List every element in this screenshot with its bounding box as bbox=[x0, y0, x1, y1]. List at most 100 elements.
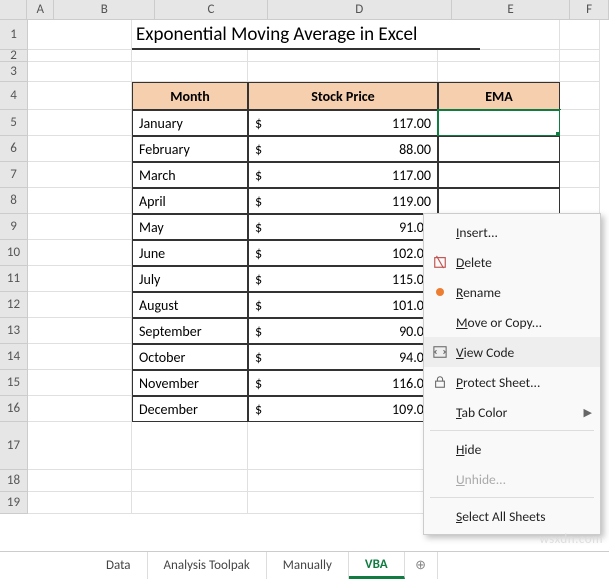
cell-A5[interactable] bbox=[28, 110, 132, 136]
row-header-18[interactable]: 18 bbox=[0, 470, 28, 492]
sheet-tab-analysis-toolpak[interactable]: Analysis Toolpak bbox=[148, 552, 267, 579]
cell-C18[interactable] bbox=[248, 470, 438, 492]
menu-item-move-or-copy[interactable]: Move or Copy... bbox=[424, 307, 600, 337]
row-header-14[interactable]: 14 bbox=[0, 344, 28, 370]
cell-E4[interactable] bbox=[560, 82, 600, 110]
menu-item-tab-color[interactable]: Tab Color▶ bbox=[424, 397, 600, 427]
menu-item-insert[interactable]: Insert... bbox=[424, 217, 600, 247]
menu-item-rename[interactable]: Rename bbox=[424, 277, 600, 307]
sheet-tab-manually[interactable]: Manually bbox=[267, 552, 349, 579]
sheet-tab-vba[interactable]: VBA bbox=[349, 552, 405, 579]
cell-price[interactable]: $116.00 bbox=[248, 370, 438, 396]
cell-month[interactable]: June bbox=[132, 240, 248, 266]
cell-B19[interactable] bbox=[132, 492, 248, 514]
cell-price[interactable]: $88.00 bbox=[248, 136, 438, 162]
cell-A4[interactable] bbox=[28, 82, 132, 110]
row-header-9[interactable]: 9 bbox=[0, 214, 28, 240]
cell-A16[interactable] bbox=[28, 396, 132, 422]
cell-price[interactable]: $101.00 bbox=[248, 292, 438, 318]
sheet-tab-data[interactable]: Data bbox=[90, 552, 148, 579]
select-all-corner[interactable] bbox=[0, 0, 27, 20]
cell-price[interactable]: $94.00 bbox=[248, 344, 438, 370]
row-header-17[interactable]: 17 bbox=[0, 422, 28, 470]
row-header-15[interactable]: 15 bbox=[0, 370, 28, 396]
row-header-8[interactable]: 8 bbox=[0, 188, 28, 214]
col-header-D[interactable]: D bbox=[268, 0, 452, 20]
cell-E5[interactable] bbox=[560, 110, 600, 136]
cell-A10[interactable] bbox=[28, 240, 132, 266]
row-header-5[interactable]: 5 bbox=[0, 110, 28, 136]
cell-A11[interactable] bbox=[28, 266, 132, 292]
row-header-16[interactable]: 16 bbox=[0, 396, 28, 422]
cell-month[interactable]: July bbox=[132, 266, 248, 292]
cell-A1[interactable] bbox=[28, 20, 132, 50]
cell-A8[interactable] bbox=[28, 188, 132, 214]
row-header-10[interactable]: 10 bbox=[0, 240, 28, 266]
cell-C17[interactable] bbox=[248, 422, 438, 470]
cell-month[interactable]: October bbox=[132, 344, 248, 370]
cell-month[interactable]: January bbox=[132, 110, 248, 136]
row-header-3[interactable]: 3 bbox=[0, 62, 28, 82]
cell-A14[interactable] bbox=[28, 344, 132, 370]
cell-A9[interactable] bbox=[28, 214, 132, 240]
row-header-7[interactable]: 7 bbox=[0, 162, 28, 188]
cell-D2[interactable] bbox=[438, 50, 560, 62]
col-header-B[interactable]: B bbox=[54, 0, 155, 20]
cell-E6[interactable] bbox=[560, 136, 600, 162]
menu-item-select-all-sheets[interactable]: Select All Sheets bbox=[424, 501, 600, 531]
cell-E8[interactable] bbox=[560, 188, 600, 214]
cell-ema[interactable] bbox=[438, 136, 560, 162]
row-header-12[interactable]: 12 bbox=[0, 292, 28, 318]
cell-month[interactable]: December bbox=[132, 396, 248, 422]
cell-E3[interactable] bbox=[560, 62, 600, 82]
col-header-C[interactable]: C bbox=[155, 0, 267, 20]
cell-A17[interactable] bbox=[28, 422, 132, 470]
cell-month[interactable]: April bbox=[132, 188, 248, 214]
menu-item-protect-sheet[interactable]: Protect Sheet... bbox=[424, 367, 600, 397]
cell-D3[interactable] bbox=[438, 62, 560, 82]
cell-A2[interactable] bbox=[28, 50, 132, 62]
cell-month[interactable]: February bbox=[132, 136, 248, 162]
cell-C19[interactable] bbox=[248, 492, 438, 514]
cell-E7[interactable] bbox=[560, 162, 600, 188]
cell-price[interactable]: $115.00 bbox=[248, 266, 438, 292]
cell-C3[interactable] bbox=[248, 62, 438, 82]
cell-month[interactable]: August bbox=[132, 292, 248, 318]
cell-month[interactable]: March bbox=[132, 162, 248, 188]
cell-price[interactable]: $117.00 bbox=[248, 162, 438, 188]
cell-price[interactable]: $90.00 bbox=[248, 318, 438, 344]
menu-item-hide[interactable]: Hide bbox=[424, 434, 600, 464]
col-header-E[interactable]: E bbox=[452, 0, 570, 20]
cell-A3[interactable] bbox=[28, 62, 132, 82]
col-header-A[interactable]: A bbox=[27, 0, 54, 20]
row-header-13[interactable]: 13 bbox=[0, 318, 28, 344]
cell-A19[interactable] bbox=[28, 492, 132, 514]
cell-month[interactable]: September bbox=[132, 318, 248, 344]
cell-A12[interactable] bbox=[28, 292, 132, 318]
cell-price[interactable]: $91.00 bbox=[248, 214, 438, 240]
row-header-19[interactable]: 19 bbox=[0, 492, 28, 514]
cell-C2[interactable] bbox=[248, 50, 438, 62]
cell-E2[interactable] bbox=[560, 50, 600, 62]
cell-price[interactable]: $102.00 bbox=[248, 240, 438, 266]
cell-ema[interactable] bbox=[438, 162, 560, 188]
row-header-4[interactable]: 4 bbox=[0, 82, 28, 110]
cell-A7[interactable] bbox=[28, 162, 132, 188]
col-header-F[interactable]: F bbox=[570, 0, 609, 20]
cell-A18[interactable] bbox=[28, 470, 132, 492]
row-header-11[interactable]: 11 bbox=[0, 266, 28, 292]
context-menu[interactable]: Insert...DeleteRenameMove or Copy...View… bbox=[423, 213, 601, 535]
menu-item-delete[interactable]: Delete bbox=[424, 247, 600, 277]
cell-A15[interactable] bbox=[28, 370, 132, 396]
cell-ema[interactable] bbox=[438, 110, 560, 136]
row-header-2[interactable]: 2 bbox=[0, 50, 28, 62]
cell-B2[interactable] bbox=[132, 50, 248, 62]
cell-B18[interactable] bbox=[132, 470, 248, 492]
cell-price[interactable]: $117.00 bbox=[248, 110, 438, 136]
cell-price[interactable]: $109.00 bbox=[248, 396, 438, 422]
cell-month[interactable]: May bbox=[132, 214, 248, 240]
cell-B3[interactable] bbox=[132, 62, 248, 82]
row-header-6[interactable]: 6 bbox=[0, 136, 28, 162]
cell-price[interactable]: $119.00 bbox=[248, 188, 438, 214]
new-sheet-button[interactable]: ⊕ bbox=[405, 552, 438, 579]
